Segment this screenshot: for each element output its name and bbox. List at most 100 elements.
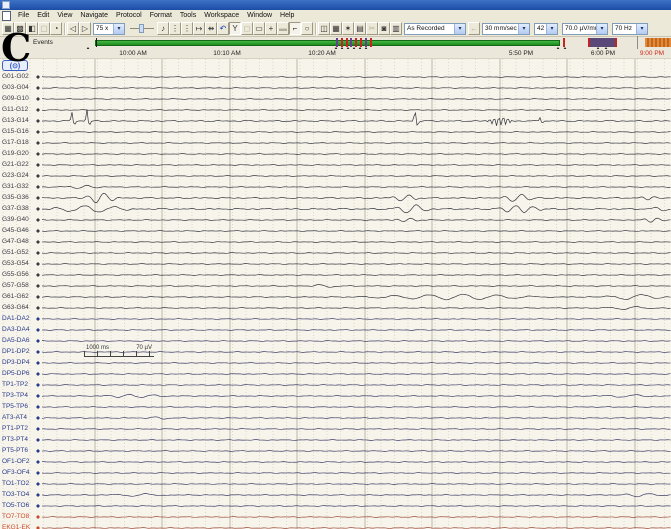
- channel-count-combo-arrow-icon[interactable]: ▾: [546, 24, 557, 34]
- menu-format[interactable]: Format: [146, 12, 176, 19]
- channel-label-EKG1-EK[interactable]: EKG1-EK: [2, 524, 30, 529]
- channel-label-TP5-TP6[interactable]: TP5-TP6: [2, 403, 28, 410]
- undo-icon[interactable]: ↶: [217, 22, 229, 35]
- channel-label-G17-G18[interactable]: G17-G18: [2, 139, 29, 146]
- magnifier-icon[interactable]: ○: [301, 22, 313, 35]
- channel-label-TO7-TO8[interactable]: TO7-TO8: [2, 513, 29, 520]
- channel-label-G55-G56[interactable]: G55-G56: [2, 271, 29, 278]
- event-tick[interactable]: [336, 38, 338, 47]
- menu-file[interactable]: File: [14, 12, 33, 19]
- channel-label-G61-G62[interactable]: G61-G62: [2, 293, 29, 300]
- channel-label-G31-G32[interactable]: G31-G32: [2, 183, 29, 190]
- menu-workspace[interactable]: Workspace: [200, 12, 243, 19]
- rect-icon[interactable]: ▭: [253, 22, 265, 35]
- channel-label-G19-G20[interactable]: G19-G20: [2, 150, 29, 157]
- window-titlebar[interactable]: [0, 0, 671, 10]
- event-tick[interactable]: [360, 38, 362, 47]
- sensitivity-combo[interactable]: 70.0 µV/mm▾: [562, 23, 608, 35]
- angle-icon[interactable]: ⌐: [289, 22, 301, 35]
- channel-label-G01-G02[interactable]: G01-G02: [2, 73, 29, 80]
- channel-label-G15-G16[interactable]: G15-G16: [2, 128, 29, 135]
- zoom-combo[interactable]: 75 x▾: [93, 23, 125, 35]
- video-icon[interactable]: ◙: [378, 22, 390, 35]
- zoom-combo-arrow-icon[interactable]: ▾: [113, 24, 124, 34]
- speed-combo-arrow-icon[interactable]: ▾: [518, 24, 529, 34]
- channel-label-TO3-TO4[interactable]: TO3-TO4: [2, 491, 29, 498]
- event-tick[interactable]: [355, 38, 357, 47]
- channel-label-DP1-DP2[interactable]: DP1-DP2: [2, 348, 29, 355]
- channel-label-DA5-DA6[interactable]: DA5-DA6: [2, 337, 29, 344]
- marker-dots-icon[interactable]: ⋮: [169, 22, 181, 35]
- channel-label-DP3-DP4[interactable]: DP3-DP4: [2, 359, 29, 366]
- channel-label-G23-G24[interactable]: G23-G24: [2, 172, 29, 179]
- channel-label-G03-G04[interactable]: G03-G04: [2, 84, 29, 91]
- menu-view[interactable]: View: [53, 12, 76, 19]
- channel-label-G35-G36[interactable]: G35-G36: [2, 194, 29, 201]
- channel-label-G39-G40[interactable]: G39-G40: [2, 216, 29, 223]
- channel-label-G57-G58[interactable]: G57-G58: [2, 282, 29, 289]
- marker-dots2-icon[interactable]: ⋮: [181, 22, 193, 35]
- marked-segment[interactable]: [588, 38, 617, 47]
- channel-label-DA1-DA2[interactable]: DA1-DA2: [2, 315, 29, 322]
- recording-progress-bar[interactable]: [95, 40, 560, 46]
- channel-label-G51-G52[interactable]: G51-G52: [2, 249, 29, 256]
- clock-icon[interactable]: ◔: [50, 22, 62, 35]
- sensitivity-combo-arrow-icon[interactable]: ▾: [596, 24, 607, 34]
- montage-combo[interactable]: As Recorded▾: [404, 23, 466, 35]
- filter-combo-arrow-icon[interactable]: ▾: [636, 24, 647, 34]
- event-tick[interactable]: [341, 38, 343, 47]
- channel-label-G21-G22[interactable]: G21-G22: [2, 161, 29, 168]
- channel-label-TP1-TP2[interactable]: TP1-TP2: [2, 381, 28, 388]
- channel-label-G47-G48[interactable]: G47-G48: [2, 238, 29, 245]
- events-timeline-bar[interactable]: Events: [0, 37, 671, 49]
- speed-combo[interactable]: 30 mm/sec▾: [482, 23, 530, 35]
- menu-navigate[interactable]: Navigate: [76, 12, 112, 19]
- channel-label-TP3-TP4[interactable]: TP3-TP4: [2, 392, 28, 399]
- playback-speed-slider[interactable]: [129, 22, 155, 35]
- montage-combo-arrow-icon[interactable]: ▾: [454, 24, 465, 34]
- y-scale-button[interactable]: Y: [229, 22, 241, 35]
- channel-label-TO1-TO2[interactable]: TO1-TO2: [2, 480, 29, 487]
- audio-icon[interactable]: ♪: [157, 22, 169, 35]
- channel-label-G45-G46[interactable]: G45-G46: [2, 227, 29, 234]
- channel-count-combo[interactable]: 42▾: [534, 23, 558, 35]
- timeline-cursor[interactable]: [96, 38, 97, 47]
- report-icon[interactable]: ▤: [354, 22, 366, 35]
- event-tick[interactable]: [365, 38, 367, 47]
- channel-label-PT1-PT2[interactable]: PT1-PT2: [2, 425, 28, 432]
- channel-label-OF3-OF4[interactable]: OF3-OF4: [2, 469, 29, 476]
- channel-label-OF1-OF2[interactable]: OF1-OF2: [2, 458, 29, 465]
- event-tick[interactable]: [370, 38, 372, 47]
- channel-label-DA3-DA4[interactable]: DA3-DA4: [2, 326, 29, 333]
- channel-label-G53-G54[interactable]: G53-G54: [2, 260, 29, 267]
- cross-icon[interactable]: +: [265, 22, 277, 35]
- eeg-trace-area[interactable]: (⊙) 1000 ms 70 µV G01-G02G03-G04G09-G10G…: [0, 59, 671, 529]
- channel-label-DP5-DP6[interactable]: DP5-DP6: [2, 370, 29, 377]
- tools-icon[interactable]: ✶: [342, 22, 354, 35]
- menu-edit[interactable]: Edit: [33, 12, 53, 19]
- channel-label-TO5-TO6[interactable]: TO5-TO6: [2, 502, 29, 509]
- channel-label-G13-G14[interactable]: G13-G14: [2, 117, 29, 124]
- event-tick[interactable]: [346, 38, 348, 47]
- event-tick[interactable]: [563, 38, 565, 47]
- page-forward-icon[interactable]: ▷: [79, 22, 91, 35]
- menu-help[interactable]: Help: [276, 12, 298, 19]
- channel-label-PT5-PT6[interactable]: PT5-PT6: [2, 447, 28, 454]
- channel-label-G09-G10[interactable]: G09-G10: [2, 95, 29, 102]
- menu-tools[interactable]: Tools: [176, 12, 200, 19]
- filter-combo[interactable]: 70 Hz▾: [612, 23, 648, 35]
- stamp-icon[interactable]: ◫: [318, 22, 330, 35]
- channel-label-G11-G12[interactable]: G11-G12: [2, 106, 28, 113]
- channel-label-AT3-AT4[interactable]: AT3-AT4: [2, 414, 27, 421]
- menu-protocol[interactable]: Protocol: [112, 12, 146, 19]
- page-back-icon[interactable]: ◁: [67, 22, 79, 35]
- menu-window[interactable]: Window: [243, 12, 276, 19]
- grid-icon[interactable]: ▦: [330, 22, 342, 35]
- step-dots-icon[interactable]: ↦: [193, 22, 205, 35]
- slider-thumb[interactable]: [139, 24, 144, 33]
- channel-label-PT3-PT4[interactable]: PT3-PT4: [2, 436, 28, 443]
- channel-label-G37-G38[interactable]: G37-G38: [2, 205, 29, 212]
- channel-label-G63-G64[interactable]: G63-G64: [2, 304, 29, 311]
- step-dots2-icon[interactable]: ⇻: [205, 22, 217, 35]
- event-tick[interactable]: [350, 38, 352, 47]
